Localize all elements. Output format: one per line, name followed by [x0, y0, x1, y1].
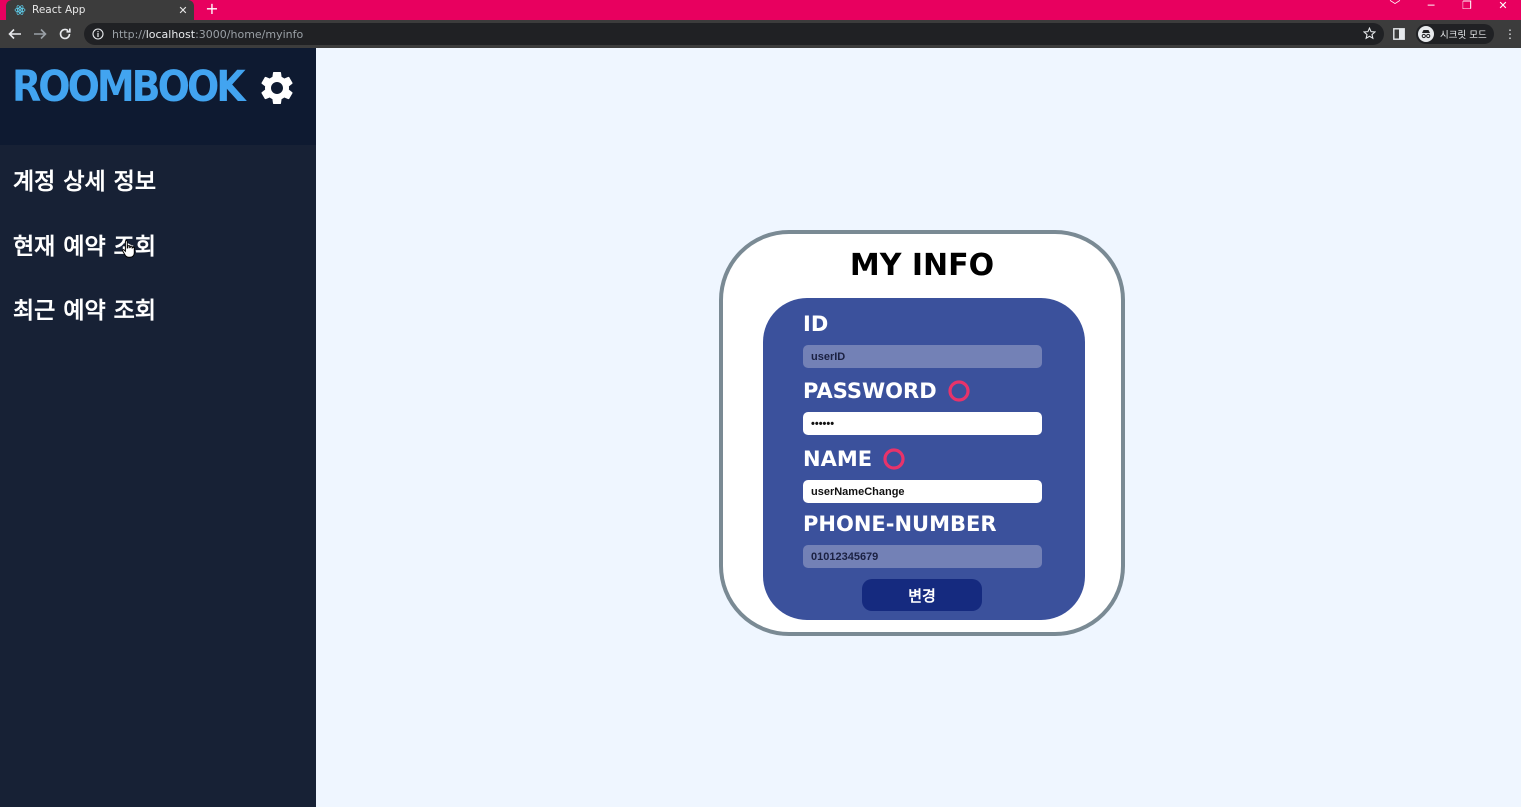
myinfo-form: ID PASSWORD NAME PHONE-NUMBER 변경 [763, 298, 1085, 620]
new-tab-button[interactable]: + [203, 0, 221, 20]
close-window-icon[interactable]: ✕ [1485, 0, 1521, 20]
url-prefix: http:// [112, 27, 146, 41]
sidebar-item-recent-reservations[interactable]: 최근 예약 조회 [13, 291, 156, 325]
change-button[interactable]: 변경 [862, 579, 982, 611]
browser-tab[interactable]: React App ✕ [6, 0, 194, 20]
id-field [803, 345, 1042, 368]
page-title: MY INFO [849, 248, 995, 283]
incognito-label: 시크릿 모드 [1440, 30, 1487, 41]
password-field[interactable] [803, 412, 1042, 435]
forward-arrow-icon [34, 28, 47, 40]
incognito-icon [1418, 26, 1434, 42]
info-icon[interactable] [92, 28, 104, 40]
phone-number-label: PHONE-NUMBER [803, 512, 997, 536]
reload-icon [59, 28, 71, 40]
incognito-badge[interactable]: 시크릿 모드 [1416, 24, 1494, 44]
restore-icon[interactable]: ❐ [1449, 0, 1485, 20]
forward-button[interactable] [30, 24, 50, 44]
sidebar: ROOMBOOK 계정 상세 정보 현재 예약 조회 최근 예약 조회 [0, 48, 316, 807]
browser-menu-icon[interactable]: ⋮ [1504, 26, 1516, 42]
hand-cursor-icon [122, 239, 135, 258]
react-icon [14, 5, 26, 15]
sidebar-header: ROOMBOOK [0, 48, 316, 145]
back-arrow-icon [8, 28, 21, 40]
url-path: :3000/home/myinfo [195, 27, 304, 41]
password-valid-icon [948, 380, 970, 402]
phone-number-field [803, 545, 1042, 568]
gear-icon[interactable] [257, 68, 297, 108]
tab-search-icon[interactable]: ﹀ [1377, 0, 1413, 20]
reload-button[interactable] [55, 24, 75, 44]
id-label: ID [803, 312, 829, 336]
name-label: NAME [803, 447, 906, 471]
back-button[interactable] [5, 24, 25, 44]
name-field[interactable] [803, 480, 1042, 503]
app-logo[interactable]: ROOMBOOK [12, 62, 246, 111]
tab-title: React App [32, 4, 86, 16]
sidebar-item-account-details[interactable]: 계정 상세 정보 [13, 162, 156, 196]
url-host: localhost [145, 27, 196, 41]
minimize-icon[interactable]: ─ [1413, 0, 1449, 20]
side-panel-icon[interactable] [1393, 28, 1405, 40]
bookmark-star-icon[interactable] [1363, 27, 1376, 40]
browser-toolbar: http://localhost:3000/home/myinfo 시크릿 모드… [0, 20, 1521, 48]
browser-tab-strip: React App ✕ + ﹀ ─ ❐ ✕ [0, 0, 1521, 20]
name-valid-icon [883, 448, 905, 470]
window-controls: ﹀ ─ ❐ ✕ [1377, 0, 1521, 20]
tab-close-icon[interactable]: ✕ [176, 4, 190, 17]
address-bar[interactable]: http://localhost:3000/home/myinfo [84, 23, 1384, 45]
password-label: PASSWORD [803, 379, 971, 403]
myinfo-card: MY INFO ID PASSWORD NAME PHONE-NUMBER 변경 [719, 230, 1125, 636]
